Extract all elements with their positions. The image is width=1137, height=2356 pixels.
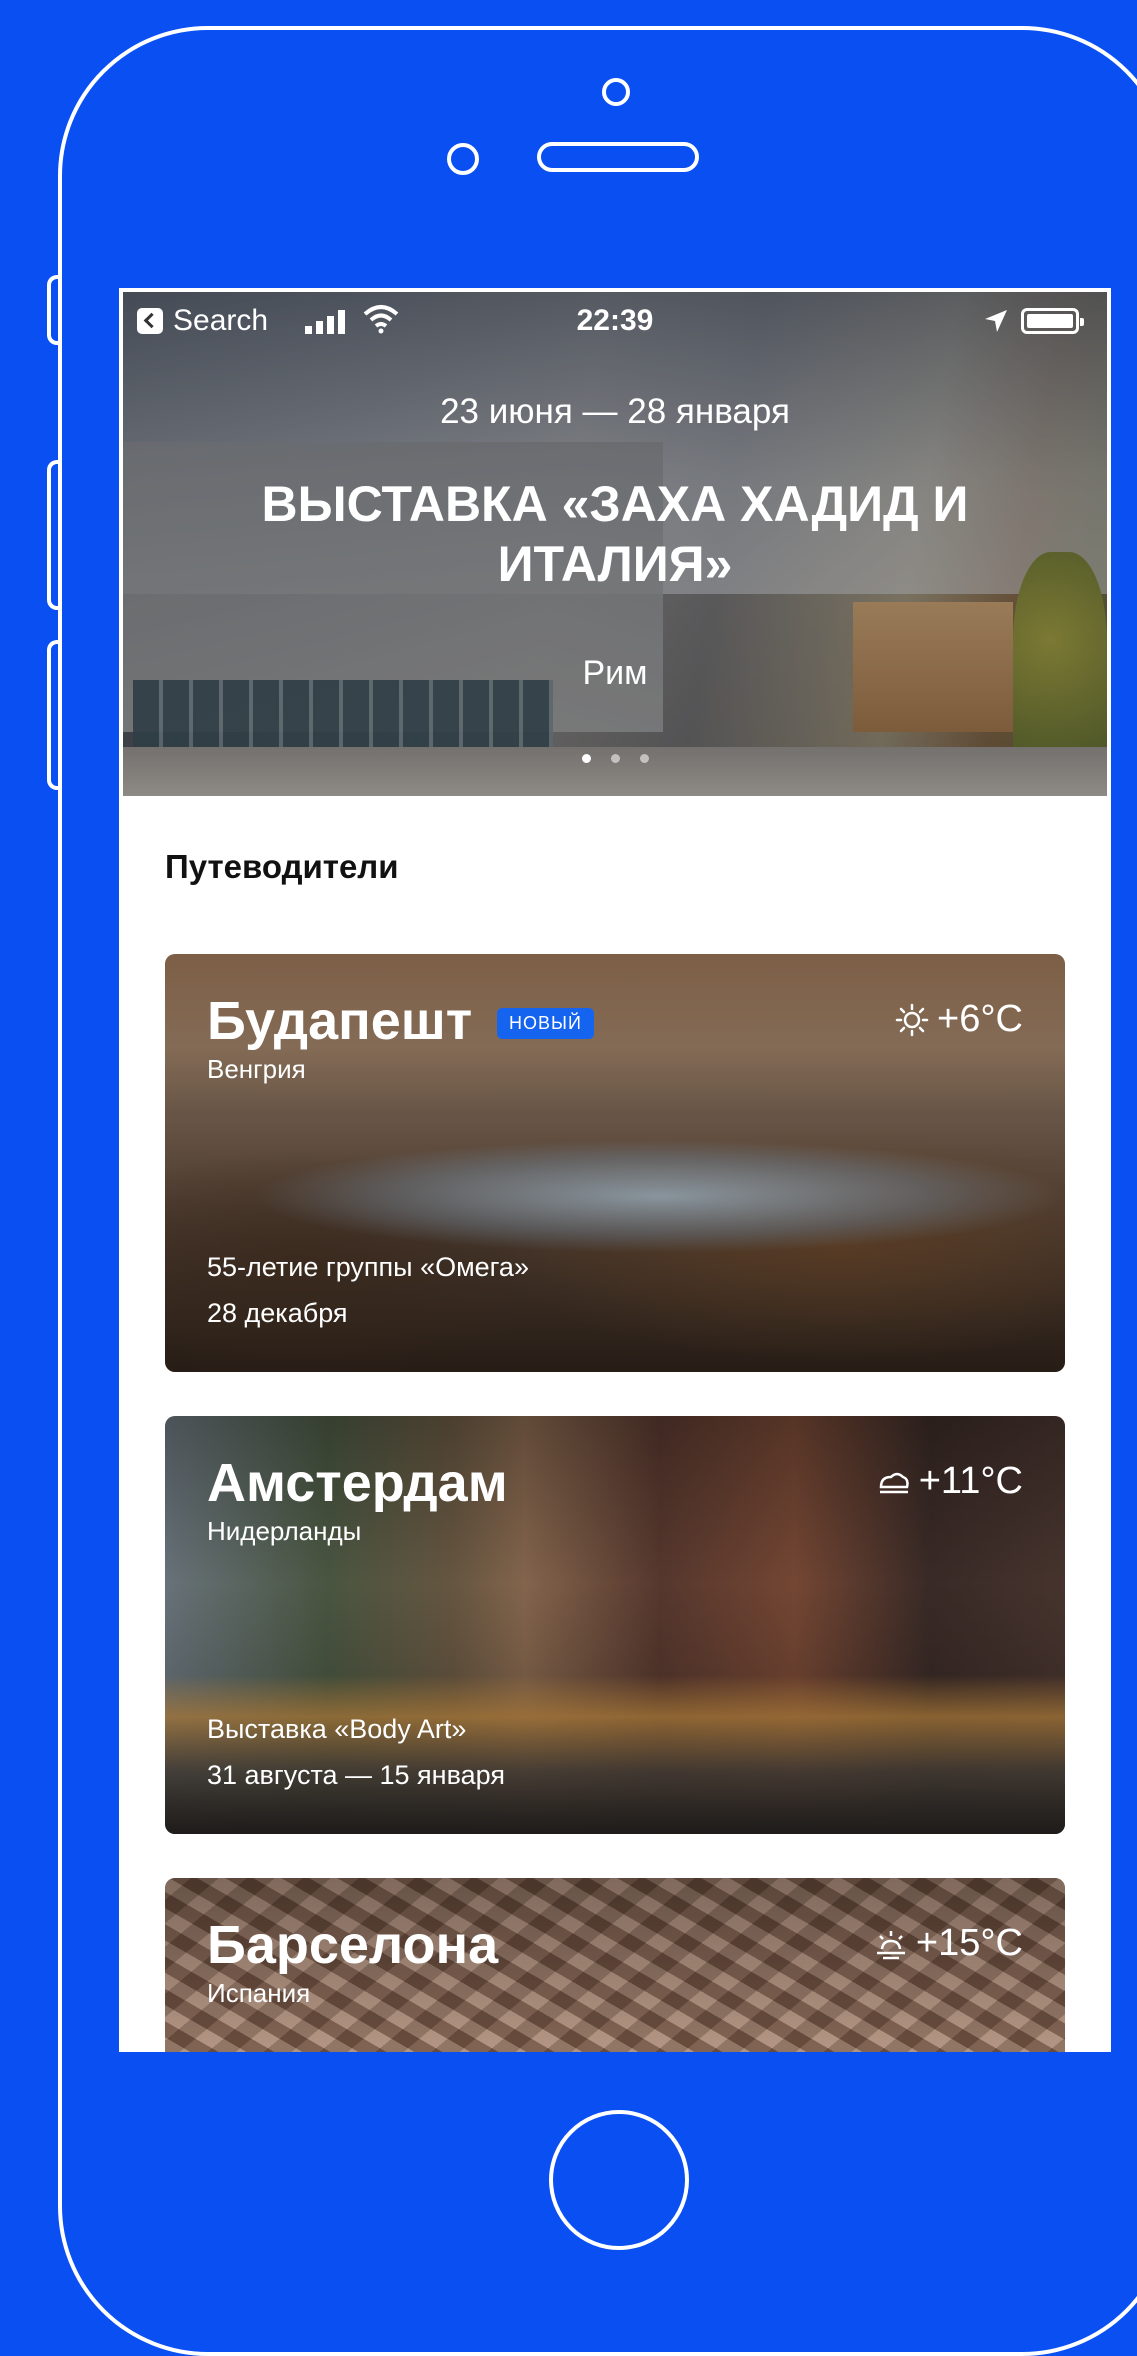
cloud-icon (879, 1472, 909, 1493)
status-bar: Search 22:39 (123, 292, 1107, 342)
section-title: Путеводители (165, 848, 399, 885)
pager-dot[interactable] (581, 754, 591, 763)
card-country: Венгрия (207, 1054, 306, 1084)
card-weather: +11°C (877, 1460, 1023, 1503)
card-event-date: 31 августа — 15 января (207, 1760, 505, 1790)
proximity-sensor (447, 143, 479, 175)
new-badge: НОВЫЙ (497, 1008, 594, 1039)
hero-dates: 23 июня — 28 января (440, 392, 790, 431)
card-temperature: +15°C (915, 1922, 1023, 1964)
partly-cloudy-icon (876, 1930, 905, 1959)
card-event-date: 28 декабря (207, 1298, 348, 1328)
card-temperature: +11°C (918, 1460, 1023, 1502)
card-event: 55-летие группы «Омега» (207, 1252, 529, 1282)
front-camera (602, 78, 630, 106)
sun-icon (895, 1003, 929, 1036)
phone-screen: Search 22:39 23 июня — 28 января ВЫСТАВК… (119, 288, 1111, 2052)
card-weather: +6°C (895, 998, 1023, 1041)
pager-dot[interactable] (610, 754, 620, 763)
hero-city: Рим (582, 654, 648, 692)
hero-title: ВЫСТАВКА «ЗАХА ХАДИД И ИТАЛИЯ» (261, 476, 969, 592)
hero-pager[interactable] (123, 750, 1107, 768)
status-time: 22:39 (576, 304, 654, 337)
pager-dot[interactable] (639, 754, 649, 763)
card-temperature: +6°C (937, 998, 1023, 1040)
volume-up-button (47, 460, 59, 610)
card-weather: +15°C (874, 1922, 1023, 1965)
card-city: Будапешт (207, 991, 473, 1051)
card-city: Барселона (207, 1915, 499, 1975)
hero-banner[interactable]: Search 22:39 23 июня — 28 января ВЫСТАВК… (123, 292, 1107, 796)
card-event: Выставка «Body Art» (207, 1714, 467, 1744)
earpiece-speaker (537, 142, 699, 172)
location-arrow-icon (985, 310, 1007, 332)
guide-card-barcelona[interactable]: Барселона Испания +15°C (165, 1878, 1065, 2052)
guide-card-amsterdam[interactable]: Амстердам Нидерланды +11°C Выставка «Bod… (165, 1416, 1065, 1834)
card-country: Испания (207, 1978, 311, 2008)
home-button[interactable] (549, 2110, 689, 2250)
card-country: Нидерланды (207, 1516, 362, 1546)
guide-card-budapest[interactable]: Будапешт НОВЫЙ Венгрия +6°C 55-летие гру… (165, 954, 1065, 1372)
volume-down-button (47, 640, 59, 790)
card-city: Амстердам (207, 1453, 508, 1513)
mute-switch (47, 275, 59, 345)
battery-icon (1021, 308, 1084, 334)
